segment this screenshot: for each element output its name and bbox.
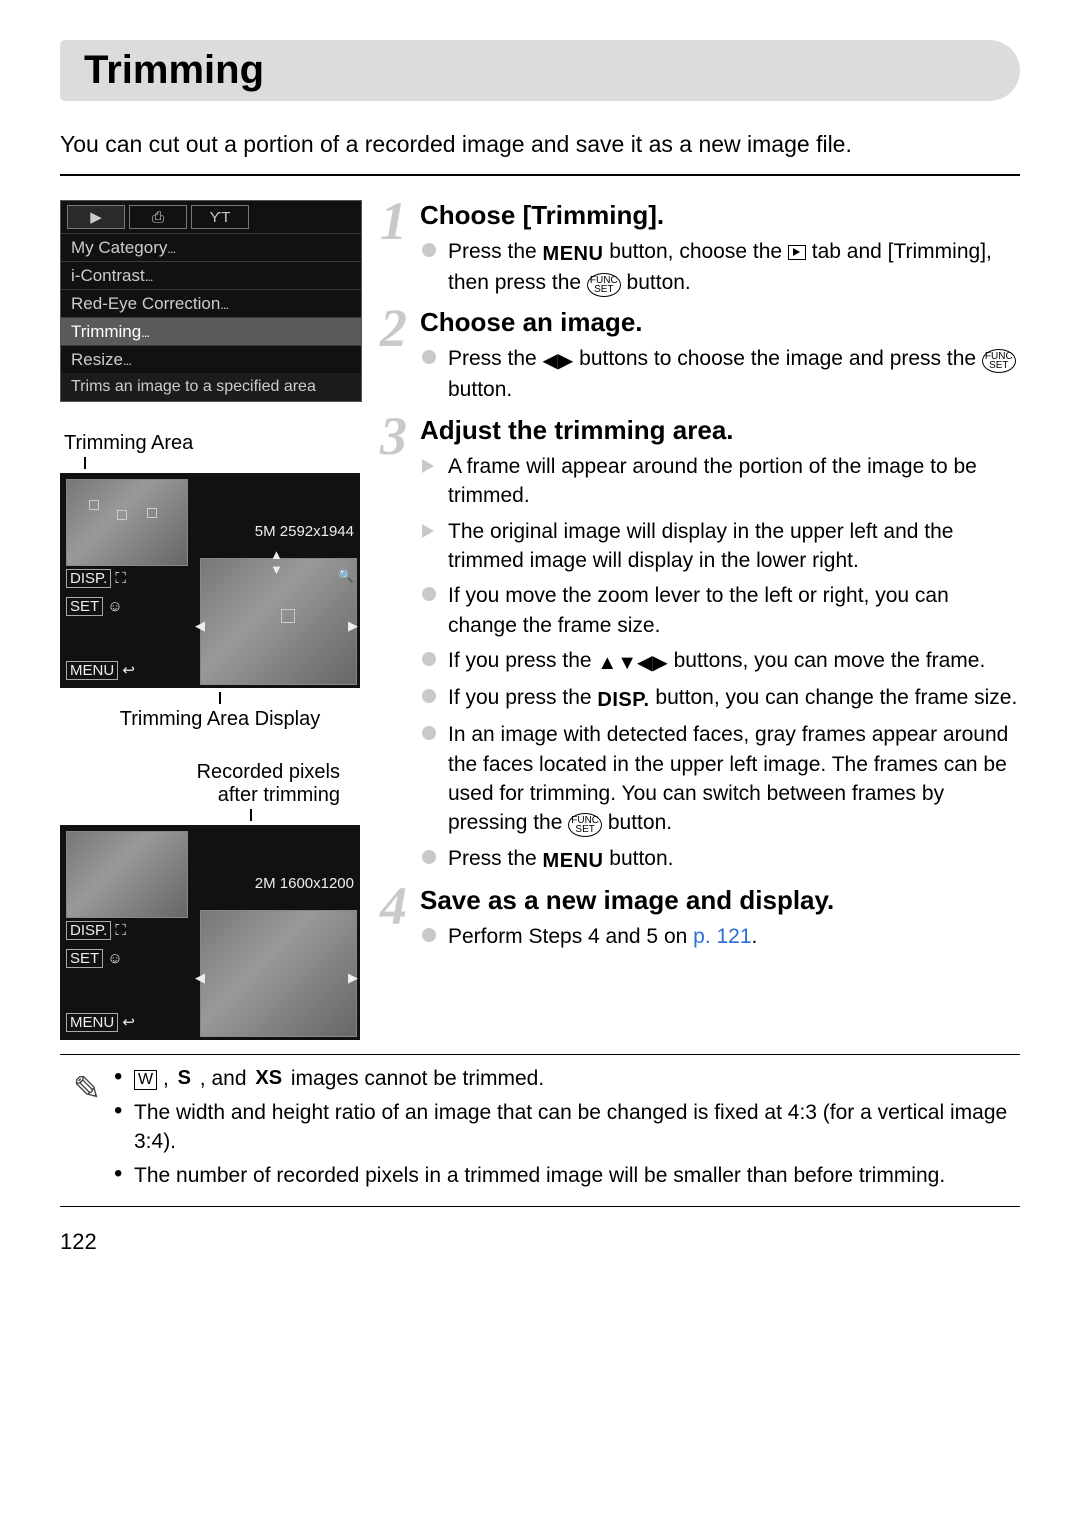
step-body: Press the ◀▶ buttons to choose the image… bbox=[420, 344, 1020, 404]
face-frame bbox=[147, 508, 157, 518]
set-badge: SET ☺ bbox=[66, 597, 123, 616]
trimming-screenshot-2: 2M 1600x1200 DISP. ⛶ SET ☺ MENU ↩ ◀ ▶ bbox=[60, 825, 360, 1040]
focus-marker bbox=[281, 609, 295, 623]
arrow-left-icon: ◀ bbox=[195, 970, 205, 986]
page-number: 122 bbox=[60, 1229, 1020, 1255]
pointer-line bbox=[219, 692, 221, 704]
caption-recorded-pixels: Recorded pixels after trimming bbox=[64, 761, 380, 807]
step-body: A frame will appear around the portion o… bbox=[420, 452, 1020, 875]
notes-box: ✎ W , S , and XS images cannot be trimme… bbox=[60, 1054, 1020, 1207]
camera-menu-tabs: ▶ ⎙ ϒΤ bbox=[61, 201, 361, 233]
arrow-right-icon: ▶ bbox=[348, 618, 358, 634]
note-item: W , S , and XS images cannot be trimmed. bbox=[114, 1065, 1020, 1093]
magnify-icon: 🔍 bbox=[338, 568, 354, 584]
resolution-label: 2M 1600x1200 bbox=[255, 875, 354, 892]
step-1: 1Choose [Trimming].Press the MENU button… bbox=[380, 200, 1020, 297]
intro-text: You can cut out a portion of a recorded … bbox=[60, 131, 1020, 158]
arrow-updown-icon: ▲▼ bbox=[270, 547, 283, 577]
step-number: 3 bbox=[380, 405, 405, 467]
step-item: Press the MENU button. bbox=[420, 844, 1020, 875]
original-image-thumb bbox=[66, 831, 188, 918]
menu-badge: MENU ↩ bbox=[66, 661, 135, 680]
step-number: 1 bbox=[380, 190, 405, 252]
func-set-button-icon: FUNCSET bbox=[568, 813, 602, 837]
playback-tab-icon bbox=[788, 245, 806, 260]
trimmed-image-preview bbox=[200, 558, 357, 685]
face-frame bbox=[89, 500, 99, 510]
disp-button-icon: DISP. bbox=[597, 689, 649, 711]
step-title: Choose an image. bbox=[420, 307, 1020, 338]
menu-item-my-category: My Category bbox=[61, 233, 361, 261]
menu-item-redeye: Red-Eye Correction bbox=[61, 289, 361, 317]
face-frame bbox=[117, 510, 127, 520]
resolution-label: 5M 2592x1944 bbox=[255, 523, 354, 540]
menu-item-icontrast: i-Contrast bbox=[61, 261, 361, 289]
menu-item-resize: Resize bbox=[61, 345, 361, 373]
note-item: The number of recorded pixels in a trimm… bbox=[114, 1162, 1020, 1190]
step-3: 3Adjust the trimming area.A frame will a… bbox=[380, 415, 1020, 875]
divider bbox=[60, 174, 1020, 176]
page-link[interactable]: p. 121 bbox=[693, 925, 751, 948]
menu-badge: MENU ↩ bbox=[66, 1013, 135, 1032]
note-item: The width and height ratio of an image t… bbox=[114, 1099, 1020, 1156]
step-2: 2Choose an image.Press the ◀▶ buttons to… bbox=[380, 307, 1020, 404]
step-item: If you move the zoom lever to the left o… bbox=[420, 581, 1020, 640]
step-item: The original image will display in the u… bbox=[420, 517, 1020, 576]
steps-container: 1Choose [Trimming].Press the MENU button… bbox=[380, 200, 1020, 961]
step-item: Press the MENU button, choose the tab an… bbox=[420, 237, 1020, 297]
step-item: If you press the ▲▼◀▶ buttons, you can m… bbox=[420, 646, 1020, 677]
direction-buttons-icon: ▲▼◀▶ bbox=[597, 652, 667, 674]
step-item: Press the ◀▶ buttons to choose the image… bbox=[420, 344, 1020, 404]
step-4: 4Save as a new image and display.Perform… bbox=[380, 885, 1020, 951]
step-title: Adjust the trimming area. bbox=[420, 415, 1020, 446]
step-body: Press the MENU button, choose the tab an… bbox=[420, 237, 1020, 297]
step-item: In an image with detected faces, gray fr… bbox=[420, 720, 1020, 838]
arrow-left-icon: ◀ bbox=[195, 618, 205, 634]
caption-trimming-display: Trimming Area Display bbox=[60, 708, 380, 731]
trimmed-image-preview bbox=[200, 910, 357, 1037]
left-right-buttons-icon: ◀▶ bbox=[543, 350, 574, 372]
pencil-icon: ✎ bbox=[60, 1065, 114, 1196]
page-title: Trimming bbox=[84, 48, 996, 93]
tab-tools: ϒΤ bbox=[191, 205, 249, 229]
func-set-button-icon: FUNCSET bbox=[982, 349, 1016, 373]
step-item: A frame will appear around the portion o… bbox=[420, 452, 1020, 511]
arrow-right-icon: ▶ bbox=[348, 970, 358, 986]
step-body: Perform Steps 4 and 5 on p. 121. bbox=[420, 922, 1020, 951]
pointer-line bbox=[250, 809, 252, 821]
disp-badge: DISP. ⛶ bbox=[66, 921, 126, 940]
original-image-thumb bbox=[66, 479, 188, 566]
trimming-screenshot-1: 5M 2592x1944 DISP. ⛶ SET ☺ MENU ↩ ▲▼ ◀ ▶… bbox=[60, 473, 360, 688]
menu-item-trimming: Trimming bbox=[61, 317, 361, 345]
xs-size-icon: XS bbox=[252, 1069, 285, 1087]
camera-menu-screenshot: ▶ ⎙ ϒΤ My Category i-Contrast Red-Eye Co… bbox=[60, 200, 362, 402]
page-title-bar: Trimming bbox=[60, 40, 1020, 101]
menu-button-icon: MENU bbox=[543, 243, 604, 265]
step-title: Choose [Trimming]. bbox=[420, 200, 1020, 231]
pointer-line bbox=[84, 457, 86, 469]
step-item: If you press the DISP. button, you can c… bbox=[420, 683, 1020, 714]
disp-badge: DISP. ⛶ bbox=[66, 569, 126, 588]
step-number: 2 bbox=[380, 297, 405, 359]
step-title: Save as a new image and display. bbox=[420, 885, 1020, 916]
caption-trimming-area: Trimming Area bbox=[64, 432, 380, 455]
step-number: 4 bbox=[380, 875, 405, 937]
func-set-button-icon: FUNCSET bbox=[587, 273, 621, 297]
menu-button-icon: MENU bbox=[543, 850, 604, 872]
set-badge: SET ☺ bbox=[66, 949, 123, 968]
tab-print: ⎙ bbox=[129, 205, 187, 229]
tab-playback: ▶ bbox=[67, 205, 125, 229]
w-size-icon: W bbox=[134, 1070, 157, 1090]
step-item: Perform Steps 4 and 5 on p. 121. bbox=[420, 922, 1020, 951]
s-size-icon: S bbox=[175, 1069, 194, 1087]
menu-hint: Trims an image to a specified area bbox=[61, 373, 361, 401]
